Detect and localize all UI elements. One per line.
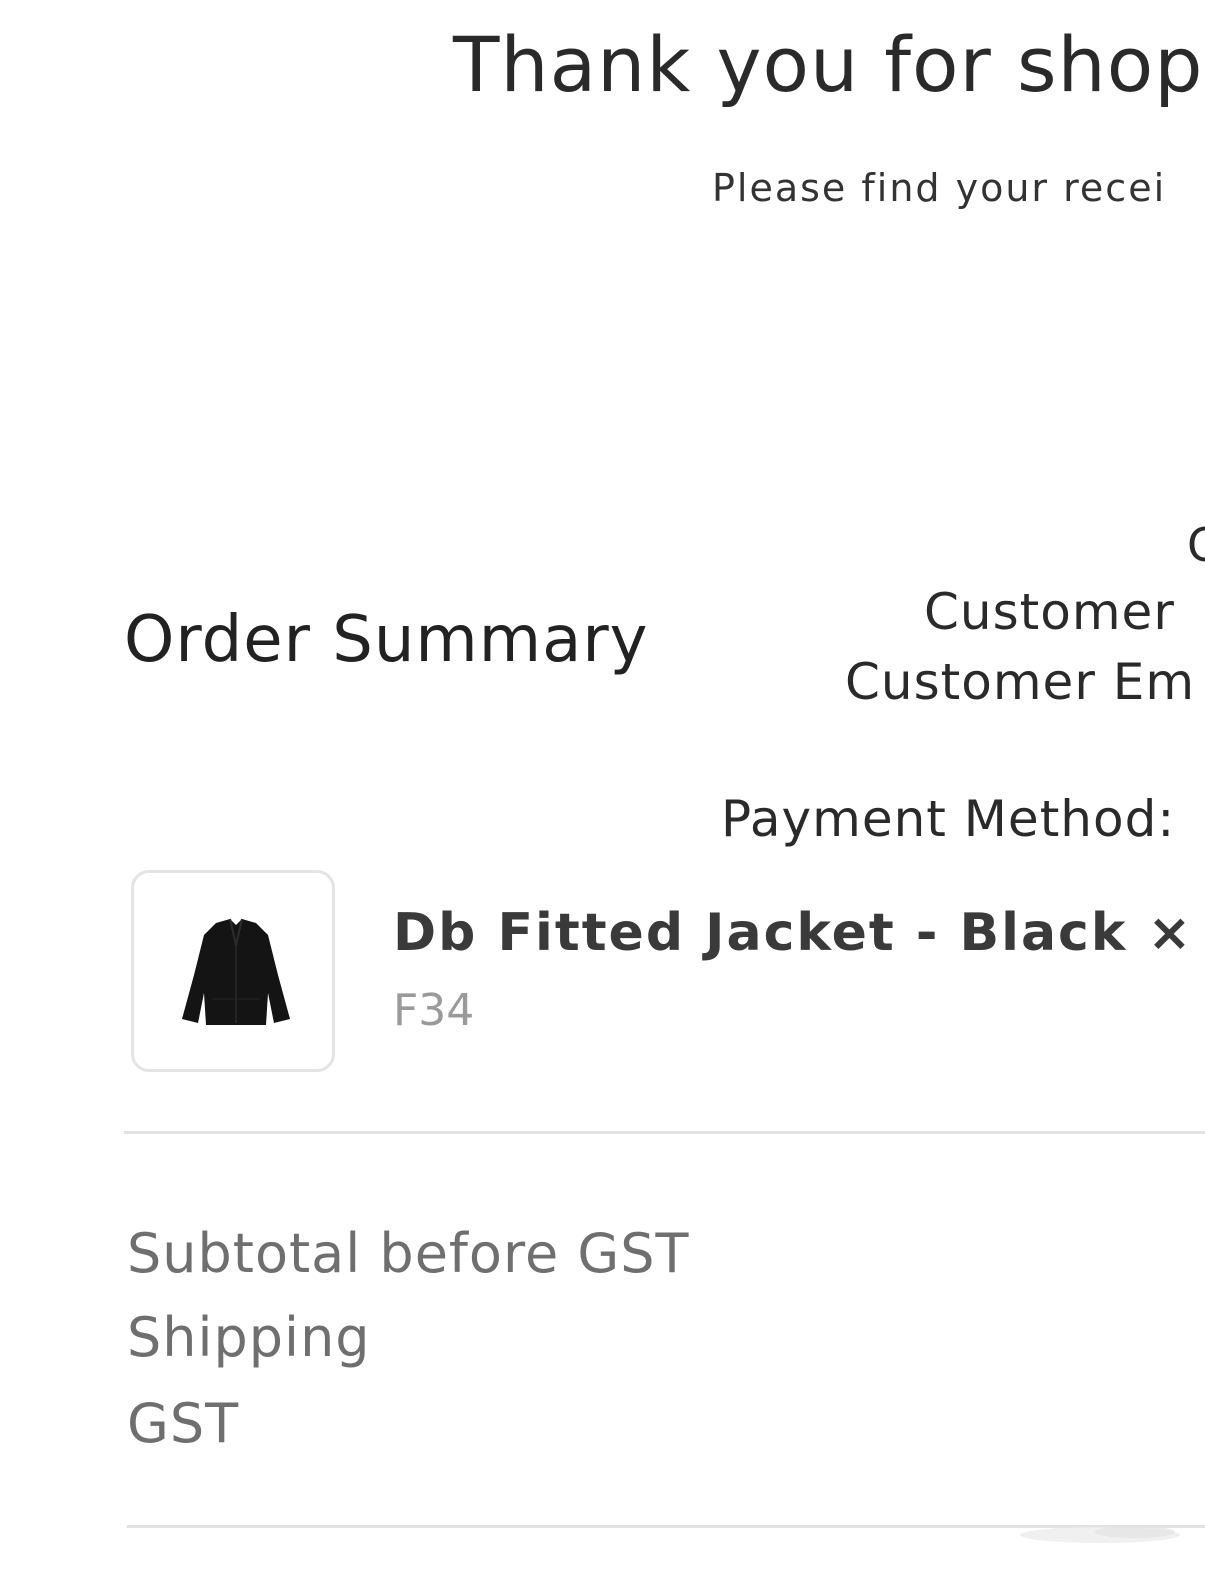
payment-method-label: Payment Method:: [721, 790, 1176, 848]
subtotal-label: Subtotal before GST: [127, 1222, 690, 1285]
customer-name-label: Customer: [924, 583, 1175, 641]
thank-you-heading: Thank you for shopp: [453, 20, 1205, 109]
customer-email-label: Customer Em: [845, 653, 1196, 711]
divider: [124, 1131, 1205, 1134]
order-summary-heading: Order Summary: [124, 603, 649, 677]
item-name: Db Fitted Jacket - Black × 1: [393, 903, 1205, 963]
customer-heading-fragment: C: [1187, 518, 1205, 572]
product-thumbnail[interactable]: [131, 870, 335, 1072]
jacket-icon: [182, 918, 290, 1025]
gst-label: GST: [127, 1392, 240, 1455]
item-variant: F34: [393, 985, 475, 1036]
shipping-label: Shipping: [127, 1306, 371, 1369]
watermark-smudge: [1020, 1526, 1180, 1543]
receipt-subtitle: Please find your recei: [712, 166, 1167, 210]
